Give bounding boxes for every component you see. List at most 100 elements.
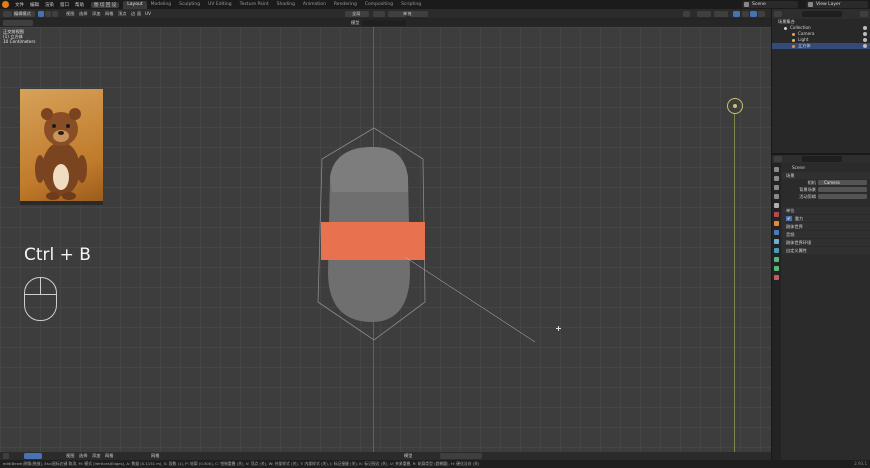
tab-animation[interactable]: Animation <box>299 1 330 9</box>
footer-mesh-menu[interactable]: 网格 <box>151 453 159 459</box>
properties-context-label: Scene <box>792 165 805 170</box>
particles-tab-icon[interactable] <box>774 239 779 244</box>
scene-selector[interactable]: Scene <box>742 1 798 8</box>
prop-row-active-clip: 活动剪辑 <box>782 193 870 200</box>
panel-rigid-body-env[interactable]: 刚体世界环境 <box>782 239 870 246</box>
face-select-mode-button[interactable] <box>52 11 58 17</box>
gizmo-toggle-button[interactable] <box>697 11 711 17</box>
tab-scripting[interactable]: Scripting <box>397 1 425 9</box>
material-tab-icon[interactable] <box>774 275 779 280</box>
outliner-item-label: Camera <box>798 31 815 36</box>
menu-help[interactable]: 帮助 <box>72 2 87 8</box>
tab-sculpting[interactable]: Sculpting <box>175 1 204 9</box>
properties-body: Scene 场景 相机 Camera 背景场景 活动剪辑 单位 ✔ 重力 刚体世… <box>782 164 870 254</box>
menu-render[interactable]: 渲染 <box>42 2 57 8</box>
xray-toggle-button[interactable] <box>733 11 740 17</box>
footer-select[interactable]: 选择 <box>79 453 87 459</box>
editor-type-button[interactable] <box>3 11 12 17</box>
panel-gravity[interactable]: ✔ 重力 <box>782 215 870 222</box>
gravity-checkbox[interactable]: ✔ <box>786 216 792 221</box>
tab-layout[interactable]: Layout <box>123 0 147 9</box>
properties-editor-button[interactable] <box>774 156 782 162</box>
panel-custom-properties[interactable]: 自定义属性 <box>782 247 870 254</box>
footer-selector[interactable] <box>440 453 482 459</box>
solid-shading-button[interactable] <box>750 11 757 17</box>
3d-viewport[interactable]: 正交前视图 (1) 立方体 10 Centimeters Ctrl + B <box>0 27 771 452</box>
menu-mesh[interactable]: 网格 <box>105 11 113 17</box>
outliner-editor-button[interactable] <box>774 11 782 17</box>
tab-rendering[interactable]: Rendering <box>330 1 361 9</box>
vertex-select-mode-button[interactable] <box>38 11 44 17</box>
output-tab-icon[interactable] <box>774 185 779 190</box>
view-layer-icon <box>808 2 813 7</box>
menu-select[interactable]: 选择 <box>79 11 87 17</box>
tab-modeling[interactable]: Modeling <box>147 1 175 9</box>
menu-uv[interactable]: UV <box>145 11 151 16</box>
material-shading-button[interactable] <box>758 11 765 17</box>
tab-shading[interactable]: Shading <box>273 1 299 9</box>
background-scene-field[interactable] <box>818 187 867 192</box>
properties-search-input[interactable] <box>802 156 842 162</box>
timeline-editor-button[interactable] <box>3 453 9 459</box>
tab-uv-editing[interactable]: UV Editing <box>204 1 235 9</box>
view-layer-tab-icon[interactable] <box>774 194 779 199</box>
menu-edge[interactable]: 边 <box>131 11 135 17</box>
panel-label: 单位 <box>786 208 795 213</box>
outliner-item-label: Light <box>798 37 809 42</box>
modifier-tab-icon[interactable] <box>774 230 779 235</box>
active-clip-field[interactable] <box>818 194 867 199</box>
object-tab-icon[interactable] <box>774 221 779 226</box>
wireframe-shading-button[interactable] <box>742 11 749 17</box>
menu-window[interactable]: 窗口 <box>57 2 72 8</box>
mesh-top-highlight <box>330 147 408 192</box>
render-tab-icon[interactable] <box>774 176 779 181</box>
panel-scene[interactable]: 场景 <box>782 172 870 179</box>
tab-texture-paint[interactable]: Texture Paint <box>236 1 273 9</box>
outliner-search-input[interactable] <box>802 11 842 17</box>
menu-file[interactable]: 文件 <box>12 2 27 8</box>
menu-vertex[interactable]: 顶点 <box>118 11 126 17</box>
blender-logo-icon[interactable] <box>2 1 9 8</box>
panel-units[interactable]: 单位 <box>782 207 870 214</box>
view-object-types-button[interactable] <box>683 11 690 17</box>
visibility-eye-icon[interactable] <box>863 44 867 48</box>
outliner-item-cube[interactable]: 立方体 <box>772 43 870 49</box>
menu-view[interactable]: 视图 <box>66 11 74 17</box>
menu-edit[interactable]: 编辑 <box>27 2 42 8</box>
world-tab-icon[interactable] <box>774 212 779 217</box>
timeline-mode-buttons[interactable] <box>24 453 42 459</box>
panel-label: 音频 <box>786 232 795 237</box>
viewport-search-input[interactable] <box>362 20 406 26</box>
edge-select-mode-button[interactable] <box>45 11 51 17</box>
data-tab-icon[interactable] <box>774 266 779 271</box>
view-layer-selector[interactable]: View Layer <box>806 1 868 8</box>
physics-tab-icon[interactable] <box>774 248 779 253</box>
camera-field[interactable]: Camera <box>818 180 867 185</box>
constraints-tab-icon[interactable] <box>774 257 779 262</box>
visibility-eye-icon[interactable] <box>863 38 867 42</box>
scene-tab-icon[interactable] <box>774 203 779 208</box>
outliner-item-label: Collection <box>790 25 811 30</box>
panel-label: 刚体世界 <box>786 224 803 229</box>
tab-compositing[interactable]: Compositing <box>361 1 397 9</box>
panel-scene-label: 场景 <box>786 173 795 178</box>
tool-selector[interactable] <box>3 20 33 26</box>
outliner-filter-button[interactable] <box>860 11 868 17</box>
footer-mesh[interactable]: 网格 <box>105 453 113 459</box>
overlay-toggle-button[interactable] <box>714 11 728 17</box>
visibility-eye-icon[interactable] <box>863 26 867 30</box>
visibility-eye-icon[interactable] <box>863 32 867 36</box>
quick-tools-button[interactable]: 图 切 回 设 <box>91 1 120 8</box>
footer-add[interactable]: 添加 <box>92 453 100 459</box>
mesh-object[interactable] <box>300 122 570 342</box>
menu-add[interactable]: 添加 <box>92 11 100 17</box>
menu-face[interactable]: 面 <box>137 11 141 17</box>
panel-rigid-body-world[interactable]: 刚体世界 <box>782 223 870 230</box>
tool-tab-icon[interactable] <box>774 167 779 172</box>
pivot-point-button[interactable] <box>373 11 385 17</box>
camera-gizmo-icon[interactable] <box>727 98 743 114</box>
footer-view[interactable]: 视图 <box>66 453 74 459</box>
proportional-edit-button[interactable] <box>410 11 428 17</box>
panel-audio[interactable]: 音频 <box>782 231 870 238</box>
properties-header <box>772 155 870 163</box>
